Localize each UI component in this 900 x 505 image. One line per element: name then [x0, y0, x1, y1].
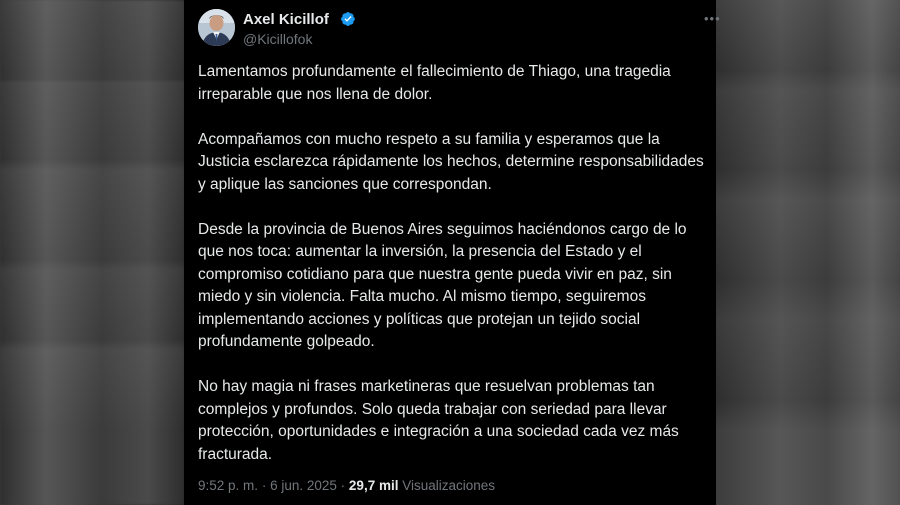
blurred-background-right — [716, 0, 900, 505]
tweet-text: Lamentamos profundamente el fallecimient… — [198, 61, 708, 489]
avatar-photo-icon — [198, 9, 235, 46]
tweet-time[interactable]: 9:52 p. m. — [198, 478, 258, 493]
meta-separator: · — [261, 478, 267, 493]
tweet-date[interactable]: 6 jun. 2025 — [270, 478, 337, 493]
tweet-paragraph: Lamentamos profundamente el fallecimient… — [198, 63, 671, 103]
views-label: Visualizaciones — [402, 478, 496, 493]
tweet-paragraph: Desde la provincia de Buenos Aires segui… — [198, 220, 687, 351]
tweet-meta: 9:52 p. m. · 6 jun. 2025 · 29,7 mil Visu… — [198, 478, 495, 493]
meta-separator: · — [340, 478, 346, 493]
author-name[interactable]: Axel Kicillof — [243, 11, 329, 28]
blurred-background-left — [0, 0, 185, 505]
author-handle[interactable]: @Kicillofok — [243, 31, 312, 47]
tweet-paragraph: Acompañamos con mucho respeto a su famil… — [198, 130, 704, 193]
avatar[interactable] — [198, 9, 235, 46]
views-count[interactable]: 29,7 mil — [349, 478, 399, 493]
tweet-card: Axel Kicillof @Kicillofok ••• Lamentamos… — [184, 0, 720, 505]
tweet-paragraph: No hay magia ni frases marketineras que … — [198, 378, 679, 463]
more-dots-icon[interactable]: ••• — [704, 12, 720, 25]
verified-badge-icon — [341, 12, 355, 26]
screenshot-frame: Axel Kicillof @Kicillofok ••• Lamentamos… — [0, 0, 900, 505]
